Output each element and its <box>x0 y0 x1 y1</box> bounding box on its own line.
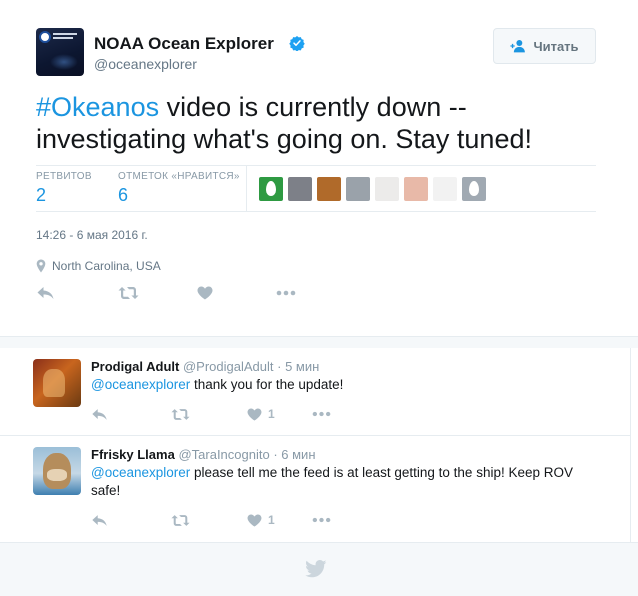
liker-avatar-5[interactable] <box>375 177 399 201</box>
reply-author-name[interactable]: Ffrisky Llama <box>91 447 175 462</box>
more-dots-icon <box>312 411 331 417</box>
retweet-action[interactable] <box>171 514 190 527</box>
divider <box>36 165 596 166</box>
main-tweet-actions <box>36 286 296 300</box>
author-name[interactable]: NOAA Ocean Explorer <box>94 34 274 54</box>
divider <box>246 166 247 211</box>
like-count: 1 <box>268 407 275 421</box>
reply-author-handle[interactable]: @ProdigalAdult <box>183 359 274 374</box>
reply-action[interactable] <box>36 286 55 300</box>
reply-actions: 1 <box>91 407 331 421</box>
twitter-bird-icon <box>305 560 327 578</box>
hashtag-link[interactable]: #Okeanos <box>36 92 159 122</box>
reply-header: Ffrisky Llama @TaraIncognito · 6 мин <box>91 447 316 462</box>
divider <box>36 211 596 212</box>
location-label: North Carolina, USA <box>52 259 161 273</box>
heart-icon <box>247 513 262 527</box>
reply-icon <box>37 287 54 299</box>
noaa-logo-icon <box>39 31 51 43</box>
liker-avatar-4[interactable] <box>346 177 370 201</box>
heart-icon <box>247 407 262 421</box>
divider <box>630 348 631 548</box>
verified-badge-icon <box>289 36 305 51</box>
more-dots-icon <box>312 517 331 523</box>
location-pin-icon <box>36 259 46 273</box>
author-handle[interactable]: @oceanexplorer <box>94 56 197 72</box>
heart-icon <box>197 286 213 300</box>
reply-text: @oceanexplorer please tell me the feed i… <box>91 465 573 498</box>
more-action[interactable] <box>276 290 296 296</box>
reply-action[interactable] <box>91 408 108 421</box>
retweets-label: РЕТВИТОВ <box>36 171 92 182</box>
more-dots-icon <box>276 290 296 296</box>
retweet-action[interactable] <box>118 286 139 300</box>
liker-avatar-1[interactable] <box>259 177 283 201</box>
avatar[interactable] <box>33 447 81 495</box>
liker-avatar-2[interactable] <box>288 177 312 201</box>
reply-tweet[interactable]: Prodigal Adult @ProdigalAdult · 5 мин @o… <box>0 348 630 436</box>
reply-header: Prodigal Adult @ProdigalAdult · 5 мин <box>91 359 320 374</box>
like-action[interactable]: 1 <box>247 407 275 421</box>
follow-button-label: Читать <box>533 38 579 54</box>
reply-time[interactable]: 5 мин <box>285 359 319 374</box>
reply-tweet[interactable]: Ffrisky Llama @TaraIncognito · 6 мин @oc… <box>0 436 630 542</box>
likes-label: ОТМЕТОК «НРАВИТСЯ» <box>118 171 240 182</box>
section-gap <box>0 336 638 348</box>
liker-avatar-8[interactable] <box>462 177 486 201</box>
reply-text: @oceanexplorer thank you for the update! <box>91 377 344 392</box>
retweet-action[interactable] <box>171 408 190 421</box>
reply-author-handle[interactable]: @TaraIncognito <box>178 447 269 462</box>
main-tweet: NOAA Ocean Explorer @oceanexplorer Читат… <box>0 0 630 336</box>
liker-avatar-6[interactable] <box>404 177 428 201</box>
reply-action[interactable] <box>91 514 108 527</box>
like-action[interactable] <box>197 286 213 300</box>
retweets-stat[interactable]: РЕТВИТОВ 2 <box>36 171 92 206</box>
like-count: 1 <box>268 513 275 527</box>
likes-count: 6 <box>118 185 129 205</box>
reply-actions: 1 <box>91 513 331 527</box>
retweet-icon <box>118 287 139 299</box>
like-action[interactable]: 1 <box>247 513 275 527</box>
retweet-icon <box>171 514 190 526</box>
footer <box>0 542 638 596</box>
liker-avatar-3[interactable] <box>317 177 341 201</box>
likes-stat[interactable]: ОТМЕТОК «НРАВИТСЯ» 6 <box>118 171 240 206</box>
reply-author-name[interactable]: Prodigal Adult <box>91 359 179 374</box>
tweet-location[interactable]: North Carolina, USA <box>36 259 161 273</box>
reply-icon <box>92 408 107 420</box>
mention-link[interactable]: @oceanexplorer <box>91 377 190 392</box>
liker-avatar-7[interactable] <box>433 177 457 201</box>
default-egg-icon <box>469 181 479 196</box>
follow-button[interactable]: Читать <box>493 28 596 64</box>
tweet-timestamp[interactable]: 14:26 - 6 мая 2016 г. <box>36 228 148 242</box>
avatar[interactable] <box>33 359 81 407</box>
reply-time[interactable]: 6 мин <box>281 447 315 462</box>
tweet-text: #Okeanos video is currently down -- inve… <box>36 91 596 155</box>
retweets-count: 2 <box>36 185 47 205</box>
more-action[interactable] <box>312 411 331 417</box>
liker-avatars <box>259 177 486 201</box>
mention-link[interactable]: @oceanexplorer <box>91 465 190 480</box>
default-egg-icon <box>266 181 276 196</box>
retweet-icon <box>171 408 190 420</box>
follow-user-icon <box>510 40 526 53</box>
reply-icon <box>92 514 107 526</box>
author-avatar[interactable] <box>36 28 84 76</box>
more-action[interactable] <box>312 517 331 523</box>
